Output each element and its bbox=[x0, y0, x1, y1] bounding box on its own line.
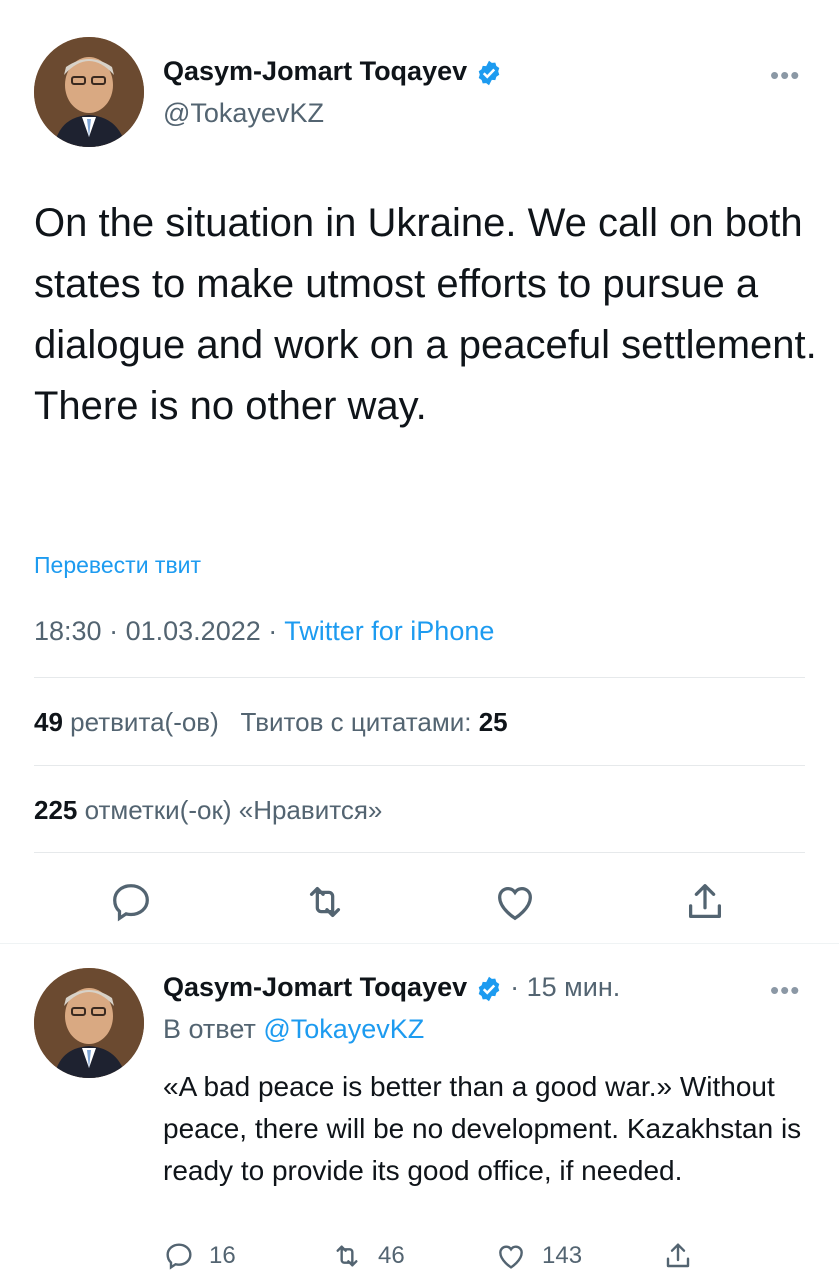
reply-icon[interactable] bbox=[108, 879, 154, 925]
author-name[interactable]: Qasym-Jomart Toqayev bbox=[163, 56, 467, 86]
author-name-row[interactable]: Qasym-Jomart Toqayev bbox=[163, 56, 503, 87]
replying-to: В ответ @TokayevKZ bbox=[163, 1014, 424, 1045]
more-options-icon[interactable]: ••• bbox=[770, 60, 800, 91]
verified-badge-icon bbox=[478, 60, 499, 86]
divider bbox=[34, 852, 805, 853]
reply-retweet-action[interactable]: 46 bbox=[330, 1240, 405, 1272]
author-avatar[interactable] bbox=[34, 37, 144, 147]
reply-more-options-icon[interactable]: ••• bbox=[770, 975, 800, 1006]
like-icon bbox=[499, 1245, 523, 1269]
retweet-quote-stats: 49 ретвита(-ов) Твитов с цитатами: 25 bbox=[34, 707, 508, 738]
divider bbox=[34, 765, 805, 766]
reply-likes-count: 143 bbox=[542, 1242, 583, 1269]
meta-separator: · bbox=[109, 616, 119, 646]
retweets-count: 49 bbox=[34, 707, 63, 737]
retweet-icon[interactable] bbox=[302, 879, 348, 925]
reply-reply-action[interactable]: 16 bbox=[163, 1240, 236, 1272]
reply-author-name[interactable]: Qasym-Jomart Toqayev bbox=[163, 972, 467, 1002]
tweet-text: On the situation in Ukraine. We call on … bbox=[34, 201, 817, 428]
avatar-photo bbox=[34, 968, 144, 1078]
translate-tweet-link[interactable]: Перевести твит bbox=[34, 552, 201, 579]
share-icon[interactable] bbox=[662, 1240, 694, 1272]
reply-author-avatar[interactable] bbox=[34, 968, 144, 1078]
tweet-time[interactable]: 18:30 bbox=[34, 616, 102, 646]
retweets-label: ретвита(-ов) bbox=[70, 707, 219, 737]
reply-author-row: Qasym-Jomart Toqayev · 15 мин. bbox=[163, 972, 620, 1003]
reply-prefix: В ответ bbox=[163, 1014, 256, 1044]
reply-replies-count: 16 bbox=[209, 1242, 236, 1269]
avatar-photo bbox=[34, 37, 144, 147]
meta-separator: · bbox=[268, 616, 278, 646]
share-icon[interactable] bbox=[682, 879, 728, 925]
tweet-meta: 18:30 · 01.03.2022 · Twitter for iPhone bbox=[34, 616, 494, 647]
reply-retweets-count: 46 bbox=[378, 1242, 405, 1269]
reply-mention-link[interactable]: @TokayevKZ bbox=[263, 1014, 424, 1044]
retweet-icon bbox=[336, 1245, 358, 1267]
reply-tweet-text: «A bad peace is better than a good war.»… bbox=[163, 1071, 802, 1186]
reply-like-action[interactable]: 143 bbox=[494, 1240, 582, 1272]
like-icon[interactable] bbox=[492, 879, 538, 925]
likes-count: 225 bbox=[34, 795, 78, 825]
quotes-count: 25 bbox=[478, 707, 508, 737]
likes-stat[interactable]: 225 отметки(-ок) «Нравится» bbox=[34, 795, 382, 826]
reply-icon bbox=[166, 1243, 192, 1270]
tweet-date[interactable]: 01.03.2022 bbox=[126, 616, 261, 646]
tweet-source-link[interactable]: Twitter for iPhone bbox=[284, 616, 494, 646]
divider bbox=[34, 677, 805, 678]
tweet-separator bbox=[0, 943, 839, 944]
quotes-label: Твитов с цитатами: bbox=[240, 707, 472, 737]
reply-time-ago[interactable]: · 15 мин. bbox=[510, 972, 620, 1002]
likes-label: отметки(-ок) «Нравится» bbox=[84, 795, 383, 825]
retweets-stat[interactable]: 49 ретвита(-ов) bbox=[34, 707, 219, 737]
quotes-stat[interactable]: Твитов с цитатами: 25 bbox=[240, 707, 507, 737]
author-handle[interactable]: @TokayevKZ bbox=[163, 98, 324, 129]
verified-badge-icon bbox=[478, 976, 499, 1002]
